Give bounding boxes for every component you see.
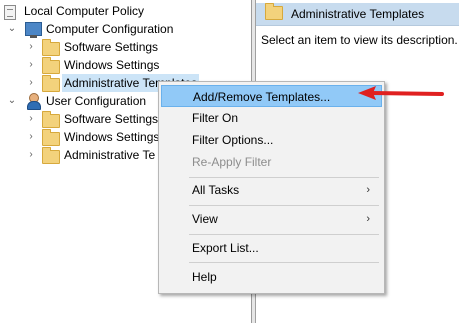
folder-icon <box>42 75 60 92</box>
menu-item-label: Filter On <box>192 111 239 125</box>
chevron-down-icon[interactable]: ⌄ <box>5 92 19 110</box>
menu-item-filter-on[interactable]: Filter On <box>161 107 382 129</box>
menu-item-label: View <box>192 212 218 226</box>
chevron-down-icon[interactable]: ⌄ <box>5 20 19 38</box>
tree-item-label: Windows Settings <box>64 130 160 144</box>
chevron-right-icon[interactable]: › <box>24 74 38 92</box>
menu-item-label: Add/Remove Templates... <box>193 90 331 104</box>
folder-icon <box>42 147 60 164</box>
tree-item-label: Computer Configuration <box>46 22 174 36</box>
menu-separator <box>189 177 379 178</box>
context-menu: Add/Remove Templates... Filter On Filter… <box>158 81 385 294</box>
folder-icon <box>265 3 283 20</box>
submenu-arrow-icon: › <box>366 213 370 225</box>
tree-item-computer-configuration[interactable]: ⌄ Computer Configuration <box>0 20 250 38</box>
menu-item-reapply-filter: Re-Apply Filter <box>161 151 382 173</box>
chevron-right-icon[interactable]: › <box>24 146 38 164</box>
tree-item-label: Local Computer Policy <box>24 4 145 18</box>
menu-item-label: Re-Apply Filter <box>192 155 272 169</box>
menu-separator <box>189 205 379 206</box>
tree-item-windows-settings[interactable]: › Windows Settings <box>0 56 250 74</box>
tree-item-label: Administrative Te <box>64 148 156 162</box>
chevron-right-icon[interactable]: › <box>24 128 38 146</box>
tree-item-label: Software Settings <box>64 112 159 126</box>
folder-icon <box>42 111 60 128</box>
menu-item-add-remove-templates[interactable]: Add/Remove Templates... <box>161 85 382 107</box>
chevron-right-icon[interactable]: › <box>24 110 38 128</box>
menu-item-label: Help <box>192 270 217 284</box>
chevron-right-icon[interactable]: › <box>24 38 38 56</box>
menu-item-view[interactable]: View › <box>161 208 382 230</box>
menu-separator <box>189 234 379 235</box>
folder-icon <box>42 39 60 56</box>
policy-document-icon <box>4 5 16 20</box>
menu-item-help[interactable]: Help <box>161 266 382 288</box>
menu-item-export-list[interactable]: Export List... <box>161 237 382 259</box>
computer-icon <box>25 22 42 38</box>
chevron-right-icon[interactable]: › <box>24 56 38 74</box>
tree-item-label: Software Settings <box>64 40 159 54</box>
annotation-arrow-icon <box>358 86 444 100</box>
menu-item-filter-options[interactable]: Filter Options... <box>161 129 382 151</box>
menu-item-label: Filter Options... <box>192 133 274 147</box>
details-description: Select an item to view its description. <box>261 33 458 47</box>
menu-item-label: Export List... <box>192 241 259 255</box>
details-title: Administrative Templates <box>291 7 425 21</box>
tree-item-software-settings[interactable]: › Software Settings <box>0 38 250 56</box>
menu-item-label: All Tasks <box>192 183 240 197</box>
tree-item-label: Windows Settings <box>64 58 160 72</box>
tree-item-local-computer-policy[interactable]: Local Computer Policy <box>0 2 250 20</box>
details-header: Administrative Templates <box>256 3 459 26</box>
submenu-arrow-icon: › <box>366 184 370 196</box>
tree-item-label: User Configuration <box>46 94 147 108</box>
folder-icon <box>42 129 60 146</box>
menu-item-all-tasks[interactable]: All Tasks › <box>161 179 382 201</box>
folder-icon <box>42 57 60 74</box>
user-icon <box>25 93 41 110</box>
menu-separator <box>189 262 379 263</box>
